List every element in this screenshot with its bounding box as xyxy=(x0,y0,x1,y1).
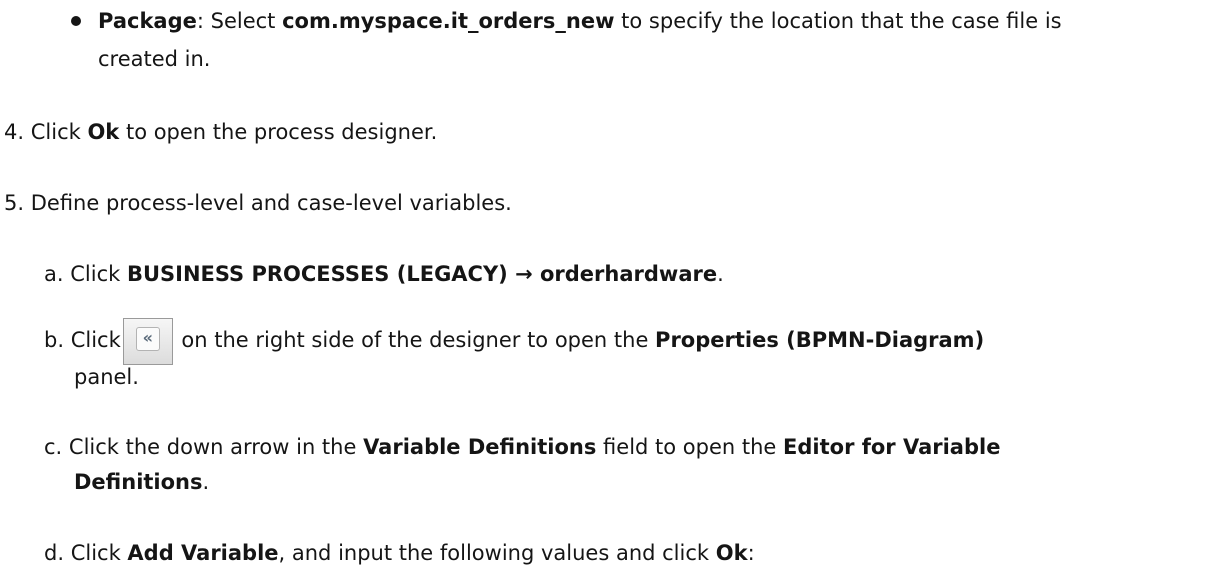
package-bullet-line1: Package: Select com.myspace.it_orders_ne… xyxy=(98,9,1062,33)
properties-panel-name: Properties (BPMN-Diagram) xyxy=(655,328,985,352)
variable-definitions-field: Variable Definitions xyxy=(363,435,597,459)
substep-a-letter: a. xyxy=(44,262,64,286)
editor-name-part2: Definitions xyxy=(74,470,203,494)
step-5-number: 5. xyxy=(4,191,25,215)
package-value: com.myspace.it_orders_new xyxy=(282,9,615,33)
step-4: 4. Click Ok to open the process designer… xyxy=(4,120,438,144)
step-4-number: 4. xyxy=(4,120,25,144)
substep-b-line2: panel. xyxy=(74,365,139,389)
double-chevron-left-icon: « xyxy=(135,327,160,351)
substep-b-letter: b. xyxy=(44,328,65,352)
bullet-icon xyxy=(71,16,81,26)
substep-a: a. Click BUSINESS PROCESSES (LEGACY) → o… xyxy=(44,262,724,286)
substep-d-letter: d. xyxy=(44,541,65,565)
substep-b: b. Click « on the right side of the desig… xyxy=(44,318,985,365)
add-variable-label: Add Variable xyxy=(127,541,279,565)
substep-c: c. Click the down arrow in the Variable … xyxy=(44,435,1001,459)
document-page: Package: Select com.myspace.it_orders_ne… xyxy=(0,0,1222,584)
substep-d: d. Click Add Variable, and input the fol… xyxy=(44,541,755,565)
editor-name-part1: Editor for Variable xyxy=(783,435,1001,459)
ok-label: Ok xyxy=(87,120,120,144)
step-5: 5. Define process-level and case-level v… xyxy=(4,191,512,215)
ok-label-d: Ok xyxy=(715,541,748,565)
collapse-panel-button-image: « xyxy=(122,318,173,365)
substep-c-letter: c. xyxy=(44,435,63,459)
substep-c-line2: Definitions. xyxy=(74,470,210,494)
menu-path: BUSINESS PROCESSES (LEGACY) → orderhardw… xyxy=(126,262,718,286)
package-bullet-line2: created in. xyxy=(98,47,211,71)
package-label: Package xyxy=(98,9,197,33)
